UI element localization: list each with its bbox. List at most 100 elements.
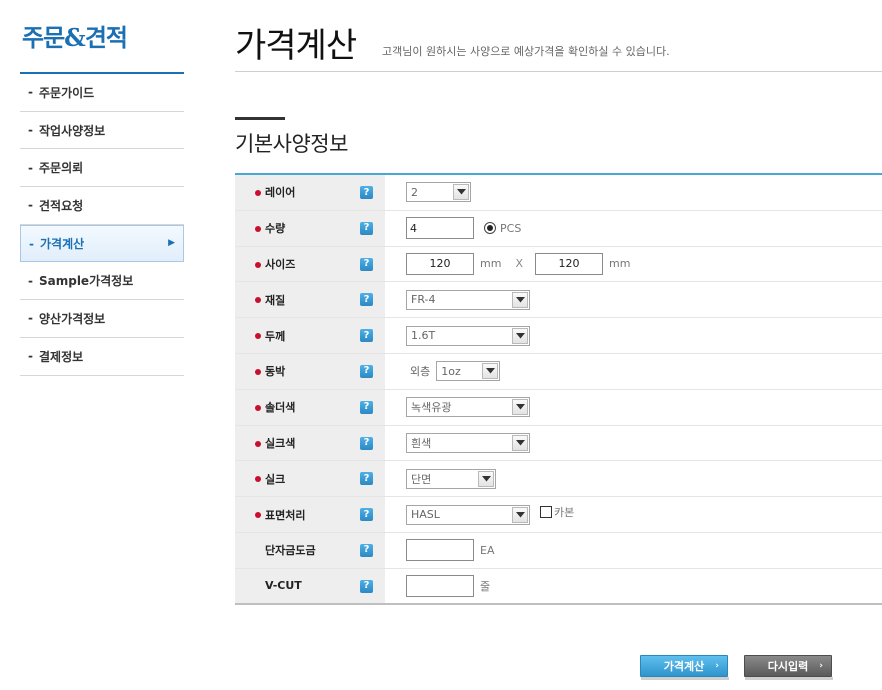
row-quantity: 수량 ? 4 PCS — [235, 210, 882, 247]
sidebar-item-label: 양산가격정보 — [38, 311, 106, 326]
sidebar-item-label: 결제정보 — [38, 349, 84, 364]
page-subtitle: 고객님이 원하시는 사양으로 예상가격을 확인하실 수 있습니다. — [382, 45, 670, 58]
spec-form: 레이어 ? 2 수량 ? 4 PCS 사이즈 ? 120 mm X 120 mm… — [235, 173, 882, 605]
carbon-checkbox[interactable] — [540, 505, 552, 518]
field-label: 실크색 — [265, 436, 296, 450]
row-copper: 동박 ? 외층 1oz — [235, 353, 882, 390]
triangle-right-icon: ▶ — [168, 237, 175, 248]
field-label: V-CUT — [265, 579, 302, 593]
field-label: 두께 — [265, 329, 286, 343]
chevron-down-icon — [512, 291, 528, 308]
sidebar-menu: - 주문가이드 - 작업사양정보 - 주문의뢰 - 견적요청 - 가격계산 ▶ - Sampl… — [20, 74, 184, 376]
field-label: 표면처리 — [265, 508, 306, 522]
row-layer: 레이어 ? 2 — [235, 175, 882, 211]
chevron-down-icon — [512, 399, 528, 416]
size-width-input[interactable]: 120 — [406, 252, 474, 275]
required-dot-icon — [255, 368, 261, 375]
silk-color-select[interactable]: 흰색 — [406, 432, 530, 453]
silk-select[interactable]: 단면 — [406, 468, 496, 489]
carbon-label: 카본 — [554, 505, 575, 519]
sidebar-item-quote-request[interactable]: - 견적요청 — [20, 187, 184, 225]
required-dot-icon — [255, 476, 261, 483]
required-dot-icon — [255, 404, 261, 411]
chevron-down-icon — [512, 506, 528, 523]
required-dot-icon — [255, 190, 261, 196]
solder-color-select[interactable]: 녹색유광 — [406, 397, 530, 418]
size-separator: X — [515, 257, 523, 271]
required-dot-icon — [255, 261, 261, 268]
chevron-right-icon: › — [819, 661, 823, 671]
row-silk: 실크 ? 단면 — [235, 461, 882, 498]
field-label: 단자금도금 — [265, 544, 316, 558]
required-dot-icon — [255, 225, 261, 232]
chevron-right-icon: › — [715, 661, 719, 671]
sidebar-item-mass-price[interactable]: - 양산가격정보 — [20, 300, 184, 338]
thickness-select[interactable]: 1.6T — [406, 325, 530, 346]
required-dot-icon — [255, 512, 261, 519]
section-marker — [235, 117, 285, 120]
row-material: 재질 ? FR-4 — [235, 282, 882, 319]
required-dot-icon — [255, 297, 261, 304]
help-icon[interactable]: ? — [360, 436, 373, 450]
field-label: 실크 — [265, 472, 286, 486]
material-select[interactable]: FR-4 — [406, 289, 530, 310]
help-icon[interactable]: ? — [360, 221, 373, 235]
outer-layer-label: 외층 — [410, 365, 431, 379]
field-label: 재질 — [265, 293, 286, 307]
reset-button[interactable]: 다시입력 › — [744, 655, 832, 677]
unit-label: EA — [480, 543, 495, 557]
help-icon[interactable]: ? — [360, 579, 373, 593]
unit-label: mm — [480, 257, 502, 271]
unit-label: 줄 — [480, 579, 491, 593]
copper-select[interactable]: 1oz — [436, 361, 501, 382]
help-icon[interactable]: ? — [360, 400, 373, 414]
row-silk-color: 실크색 ? 흰색 — [235, 425, 882, 462]
calculate-button[interactable]: 가격계산 › — [640, 655, 728, 677]
row-surface: 표면처리 ? HASL 카본 — [235, 497, 882, 533]
help-icon[interactable]: ? — [360, 329, 373, 343]
help-icon[interactable]: ? — [360, 257, 373, 271]
section-title: 기본사양정보 — [235, 132, 348, 156]
sidebar-item-payment[interactable]: - 결제정보 — [20, 338, 184, 376]
help-icon[interactable]: ? — [360, 293, 373, 307]
sidebar-item-spec-info[interactable]: - 작업사양정보 — [20, 112, 184, 150]
field-label: 수량 — [265, 222, 286, 236]
pcs-radio[interactable] — [484, 222, 496, 235]
row-solder: 솔더색 ? 녹색유광 — [235, 389, 882, 426]
chevron-down-icon — [453, 184, 469, 201]
sidebar-item-label: 주문의뢰 — [38, 161, 84, 176]
sidebar-item-label: 작업사양정보 — [38, 123, 106, 138]
sidebar-item-label: 주문가이드 — [38, 85, 95, 100]
sidebar-item-order-guide[interactable]: - 주문가이드 — [20, 74, 184, 112]
sidebar-item-sample-price[interactable]: - Sample가격정보 — [20, 262, 184, 301]
help-icon[interactable]: ? — [360, 543, 373, 557]
help-icon[interactable]: ? — [360, 472, 373, 486]
field-label: 레이어 — [265, 186, 296, 200]
unit-label: mm — [608, 257, 631, 271]
row-thickness: 두께 ? 1.6T — [235, 318, 882, 354]
size-height-input[interactable]: 120 — [534, 252, 603, 275]
chevron-down-icon — [482, 363, 499, 380]
row-size: 사이즈 ? 120 mm X 120 mm — [235, 246, 882, 283]
sidebar-item-label: 견적요청 — [38, 198, 84, 213]
chevron-down-icon — [478, 470, 494, 487]
help-icon[interactable]: ? — [360, 364, 373, 378]
sidebar-item-label: 가격계산 — [39, 237, 85, 252]
required-dot-icon — [255, 440, 261, 447]
sidebar-item-price-calc[interactable]: - 가격계산 ▶ — [20, 224, 184, 263]
vcut-input[interactable] — [406, 574, 474, 597]
header-divider — [235, 71, 882, 72]
sidebar-item-label: Sample가격정보 — [38, 274, 134, 289]
help-icon[interactable]: ? — [360, 186, 373, 199]
help-icon[interactable]: ? — [360, 508, 373, 522]
quantity-input[interactable]: 4 — [406, 217, 474, 240]
field-label: 사이즈 — [265, 257, 296, 271]
page-title: 가격계산 — [235, 26, 357, 66]
layer-select[interactable]: 2 — [406, 182, 471, 203]
pcs-label: PCS — [500, 221, 522, 235]
required-dot-icon — [255, 333, 261, 340]
surface-select[interactable]: HASL — [406, 504, 530, 525]
field-label: 솔더색 — [265, 401, 296, 415]
sidebar-item-order-request[interactable]: - 주문의뢰 — [20, 149, 184, 188]
gold-plating-input[interactable] — [406, 539, 474, 562]
